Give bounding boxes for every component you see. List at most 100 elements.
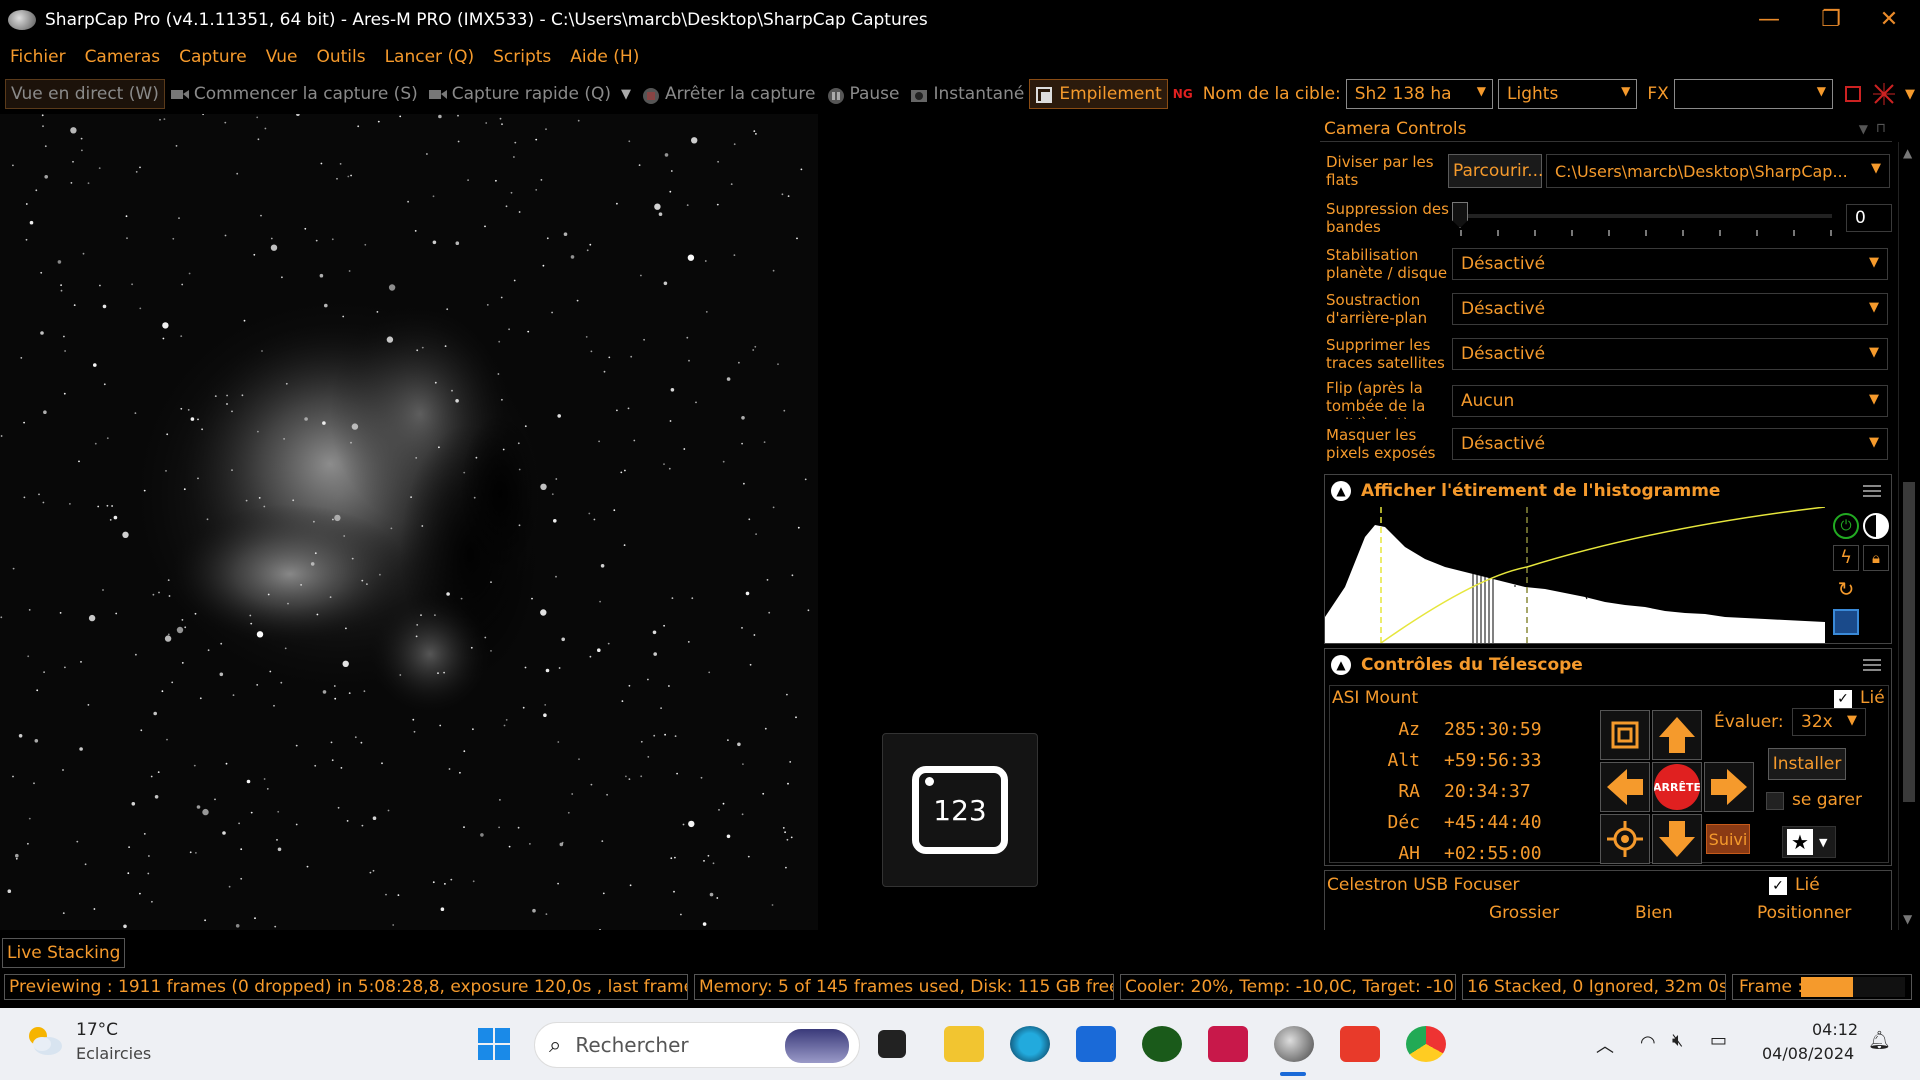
browse-button[interactable]: Parcourir...: [1448, 154, 1543, 188]
menu-icon[interactable]: [1863, 485, 1881, 497]
chrome-icon[interactable]: [1406, 1026, 1446, 1062]
collapse-icon[interactable]: ▲: [1331, 481, 1351, 501]
east-arrow-button[interactable]: [1704, 762, 1754, 812]
scrollbar-thumb[interactable]: [1903, 482, 1915, 802]
panel-dropdown-icon[interactable]: ▼: [1859, 116, 1868, 142]
collapse-icon[interactable]: ▲: [1331, 655, 1351, 675]
stabilization-select[interactable]: Désactivé ▼: [1452, 248, 1888, 280]
star: [269, 670, 272, 673]
install-button[interactable]: Installer: [1768, 748, 1846, 780]
toolbar-overflow-icon[interactable]: ▼: [1900, 79, 1920, 109]
west-arrow-button[interactable]: [1600, 762, 1650, 812]
file-explorer-icon[interactable]: [944, 1026, 984, 1062]
pin-icon[interactable]: ⊓: [1876, 116, 1886, 142]
star: [542, 264, 545, 267]
south-arrow-button[interactable]: [1652, 814, 1702, 864]
notification-bell-icon[interactable]: 🔔︎: [1868, 1030, 1891, 1051]
clock-time[interactable]: 04:12: [1812, 1020, 1858, 1039]
bg-sub-select[interactable]: Désactivé ▼: [1452, 293, 1888, 325]
sharpcap-taskbar-icon[interactable]: [1274, 1026, 1314, 1062]
flip-select[interactable]: Aucun ▼: [1452, 385, 1888, 417]
lock-icon[interactable]: 🔒︎: [1863, 545, 1889, 571]
phd-guiding-icon[interactable]: [1142, 1026, 1182, 1062]
task-view-icon[interactable]: [878, 1030, 906, 1058]
north-arrow-button[interactable]: [1652, 710, 1702, 760]
banding-slider-thumb[interactable]: [1452, 202, 1468, 228]
close-button[interactable]: ✕: [1858, 0, 1920, 40]
live-view-button[interactable]: Vue en direct (W): [5, 79, 165, 109]
edge-browser-icon[interactable]: [1010, 1026, 1050, 1062]
menu-lancer[interactable]: Lancer (Q): [385, 47, 475, 67]
quick-capture-dropdown[interactable]: ▼: [616, 79, 636, 109]
panel-scrollbar[interactable]: ▲ ▼: [1898, 142, 1918, 930]
battery-icon[interactable]: ▭: [1710, 1030, 1727, 1051]
mask-select[interactable]: Désactivé ▼: [1452, 428, 1888, 460]
crosshair-icon[interactable]: [1868, 79, 1900, 109]
scroll-up-icon[interactable]: ▲: [1903, 146, 1912, 160]
maximize-button[interactable]: ❐: [1800, 0, 1862, 40]
frame-progress-fill: [1801, 977, 1853, 997]
contrast-icon[interactable]: [1863, 513, 1889, 539]
star: [588, 512, 591, 515]
histogram-chart[interactable]: [1325, 507, 1825, 643]
park-checkbox[interactable]: [1766, 792, 1784, 810]
focuser-linked-checkbox[interactable]: ✓: [1769, 877, 1787, 895]
start-capture-button[interactable]: Commencer la capture (S): [165, 79, 423, 109]
menu-outils[interactable]: Outils: [316, 47, 365, 67]
photo-app-icon[interactable]: [1208, 1026, 1248, 1062]
banding-slider[interactable]: [1452, 200, 1838, 236]
mount-linked-checkbox[interactable]: ✓: [1834, 690, 1852, 708]
save-icon[interactable]: [1833, 609, 1859, 635]
weather-icon[interactable]: [24, 1022, 64, 1058]
live-stacking-tab[interactable]: Live Stacking: [2, 938, 126, 968]
menu-capture[interactable]: Capture: [179, 47, 247, 67]
menu-cameras[interactable]: Cameras: [85, 47, 161, 67]
coord-label: Alt: [1387, 750, 1420, 771]
menu-aide[interactable]: Aide (H): [570, 47, 639, 67]
tray-overflow-icon[interactable]: ︿: [1596, 1032, 1614, 1058]
frame-type-combo[interactable]: Lights ▼: [1498, 79, 1638, 109]
flats-path-select[interactable]: C:\Users\marcb\Desktop\SharpCap... ▼: [1546, 154, 1890, 188]
goto-home-button[interactable]: [1600, 710, 1650, 760]
star-dropdown[interactable]: ★ ▼: [1782, 826, 1836, 858]
stop-button[interactable]: ARRÊTE: [1652, 762, 1702, 812]
volume-muted-icon[interactable]: 🔇︎: [1672, 1030, 1683, 1051]
star: [131, 802, 136, 806]
focuser-linked-label: Lié: [1795, 875, 1820, 895]
record-frame-icon[interactable]: [1838, 79, 1868, 109]
target-button[interactable]: [1600, 814, 1650, 864]
power-icon[interactable]: ⏻: [1833, 513, 1859, 539]
quick-capture-button[interactable]: Capture rapide (Q): [423, 79, 616, 109]
star: [546, 237, 549, 240]
fx-combo[interactable]: ▼: [1673, 79, 1833, 109]
track-button[interactable]: Suivi: [1706, 824, 1750, 854]
rate-select[interactable]: 32x ▼: [1792, 708, 1866, 736]
anydesk-icon[interactable]: [1340, 1026, 1380, 1062]
clock-date[interactable]: 04/08/2024: [1762, 1044, 1854, 1063]
taskbar-search[interactable]: ⌕ Rechercher: [534, 1022, 860, 1068]
star: [472, 728, 474, 731]
reset-icon[interactable]: ↻: [1833, 577, 1859, 603]
numeric-overlay-tile[interactable]: 123: [882, 733, 1038, 887]
menu-fichier[interactable]: Fichier: [10, 47, 66, 67]
live-image-viewport[interactable]: [0, 114, 818, 930]
store-icon[interactable]: [1076, 1026, 1116, 1062]
windows-start-icon[interactable]: [476, 1026, 512, 1062]
banding-value-field[interactable]: 0: [1846, 204, 1892, 232]
menu-icon[interactable]: [1863, 659, 1881, 671]
pause-button[interactable]: Pause: [821, 79, 905, 109]
stacking-button[interactable]: Empilement: [1029, 79, 1168, 109]
menu-scripts[interactable]: Scripts: [493, 47, 551, 67]
wifi-icon[interactable]: ◠: [1640, 1032, 1656, 1053]
scroll-down-icon[interactable]: ▼: [1903, 912, 1912, 926]
minimize-button[interactable]: —: [1738, 0, 1800, 40]
lightning-icon[interactable]: ϟ: [1833, 545, 1859, 571]
ng-icon[interactable]: NG: [1168, 79, 1198, 109]
target-name-combo[interactable]: Sh2 138 ha ▼: [1345, 79, 1494, 109]
star: [337, 806, 340, 809]
satellite-select[interactable]: Désactivé ▼: [1452, 338, 1888, 370]
star: [0, 435, 3, 437]
stop-capture-button[interactable]: Arrêter la capture: [636, 79, 821, 109]
snapshot-button[interactable]: Instantané: [905, 79, 1030, 109]
menu-vue[interactable]: Vue: [266, 47, 298, 67]
